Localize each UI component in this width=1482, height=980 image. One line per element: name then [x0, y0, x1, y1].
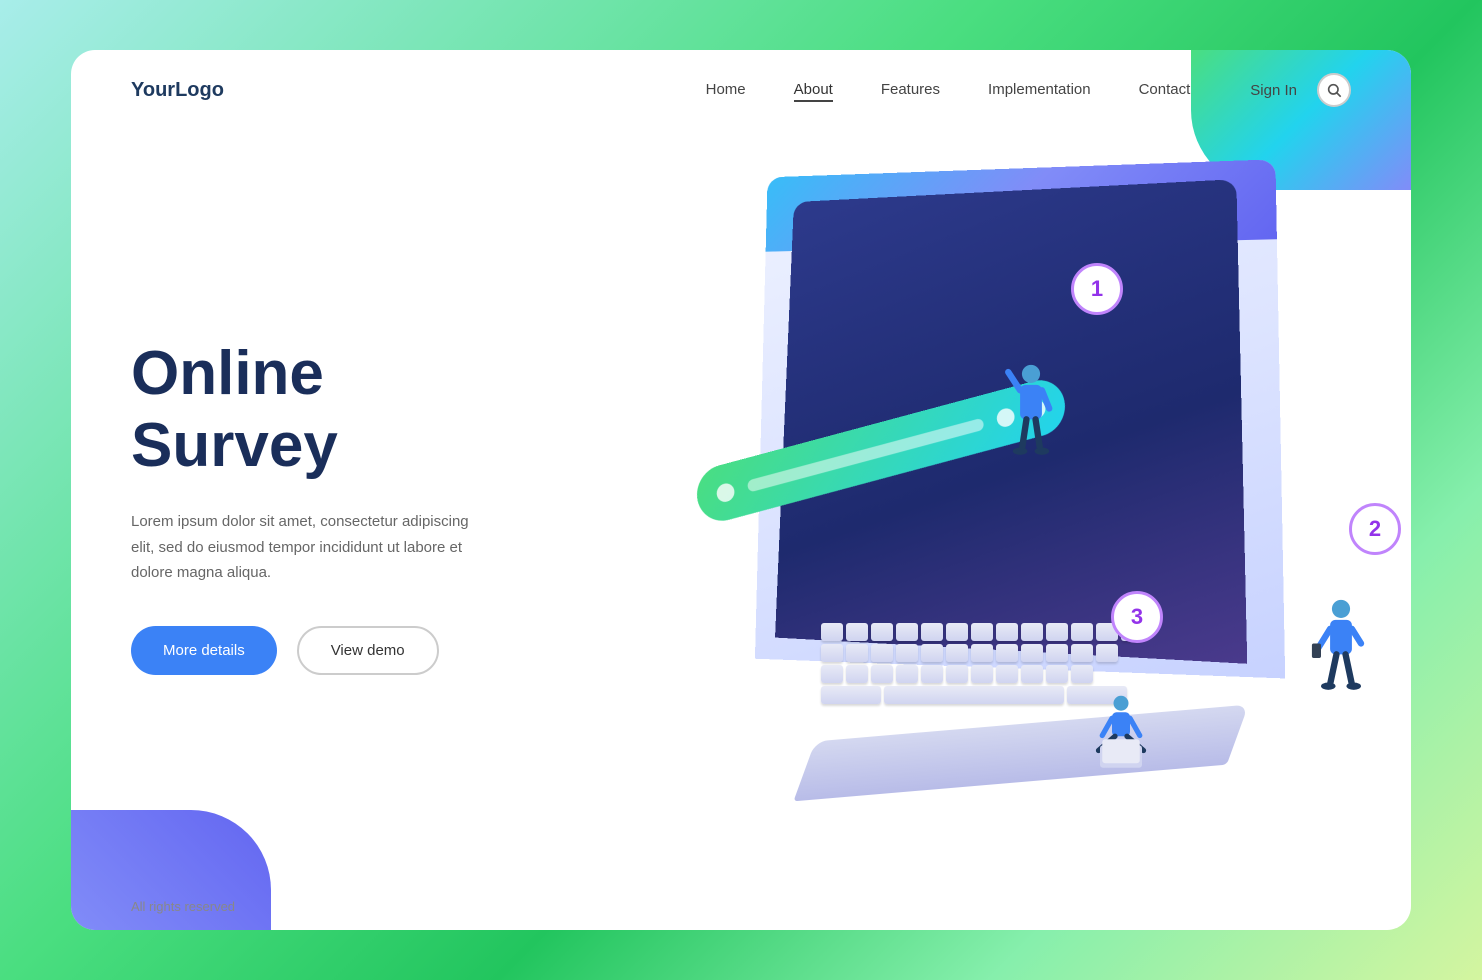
person-1-figure	[1001, 363, 1061, 468]
key	[1021, 665, 1043, 683]
key	[1071, 623, 1093, 641]
nav-link-contact[interactable]: Contact	[1139, 81, 1191, 98]
logo: YourLogo	[131, 79, 224, 102]
key	[871, 665, 893, 683]
hero-title: Online Survey	[131, 338, 491, 481]
nav-item-features[interactable]: Features	[881, 81, 940, 99]
key	[821, 686, 881, 704]
cta-buttons: More details View demo	[131, 626, 491, 675]
view-demo-button[interactable]: View demo	[297, 626, 439, 675]
key	[896, 644, 918, 662]
key	[821, 623, 843, 641]
key	[821, 665, 843, 683]
nav-links: Home About Features Implementation Conta…	[706, 81, 1191, 99]
nav-link-features[interactable]: Features	[881, 81, 940, 98]
person-3-svg	[1091, 678, 1151, 778]
key	[971, 665, 993, 683]
number-2-badge: 2	[1349, 503, 1401, 555]
key	[846, 644, 868, 662]
key	[921, 623, 943, 641]
key	[971, 644, 993, 662]
number-3-badge: 3	[1111, 591, 1163, 643]
key	[871, 623, 893, 641]
search-icon	[1326, 82, 1342, 98]
footer-text: All rights reserved	[131, 899, 235, 914]
person-1-svg	[1001, 363, 1061, 463]
key	[871, 644, 893, 662]
nav-link-about[interactable]: About	[794, 81, 833, 102]
key	[896, 623, 918, 641]
key	[1046, 665, 1068, 683]
key	[846, 665, 868, 683]
nav-link-implementation[interactable]: Implementation	[988, 81, 1091, 98]
nav-item-about[interactable]: About	[794, 81, 833, 99]
navbar: YourLogo Home About Features Implementat…	[71, 50, 1411, 130]
search-button[interactable]	[1317, 73, 1351, 107]
nav-item-contact[interactable]: Contact	[1139, 81, 1191, 99]
nav-item-home[interactable]: Home	[706, 81, 746, 99]
key	[1021, 644, 1043, 662]
nav-right: Sign In	[1250, 73, 1351, 107]
main-content: Online Survey Lorem ipsum dolor sit amet…	[71, 130, 1411, 883]
nav-link-home[interactable]: Home	[706, 81, 746, 98]
footer: All rights reserved	[71, 883, 1411, 930]
key	[921, 644, 943, 662]
key	[946, 623, 968, 641]
number-1-badge: 1	[1071, 263, 1123, 315]
key	[896, 665, 918, 683]
signin-link[interactable]: Sign In	[1250, 82, 1297, 99]
space-key	[884, 686, 1064, 704]
person-3-figure	[1091, 678, 1151, 783]
key	[846, 623, 868, 641]
key	[996, 623, 1018, 641]
laptop-illustration: ✓ ✕	[731, 163, 1411, 843]
key	[996, 665, 1018, 683]
key	[1021, 623, 1043, 641]
key	[996, 644, 1018, 662]
illustration-panel: ✓ ✕	[551, 130, 1411, 883]
hero-description: Lorem ipsum dolor sit amet, consectetur …	[131, 509, 491, 586]
more-details-button[interactable]: More details	[131, 626, 277, 675]
key	[1046, 644, 1068, 662]
key	[921, 665, 943, 683]
slider-dot	[715, 481, 736, 503]
key	[971, 623, 993, 641]
person-2-figure	[1311, 598, 1371, 703]
key	[946, 644, 968, 662]
left-panel: Online Survey Lorem ipsum dolor sit amet…	[71, 130, 551, 883]
key	[1096, 644, 1118, 662]
key	[1071, 644, 1093, 662]
main-card: YourLogo Home About Features Implementat…	[71, 50, 1411, 930]
key	[946, 665, 968, 683]
person-2-svg	[1311, 598, 1371, 698]
nav-item-implementation[interactable]: Implementation	[988, 81, 1091, 99]
key	[1071, 665, 1093, 683]
key	[1046, 623, 1068, 641]
keyboard-row	[821, 644, 1201, 662]
key	[821, 644, 843, 662]
